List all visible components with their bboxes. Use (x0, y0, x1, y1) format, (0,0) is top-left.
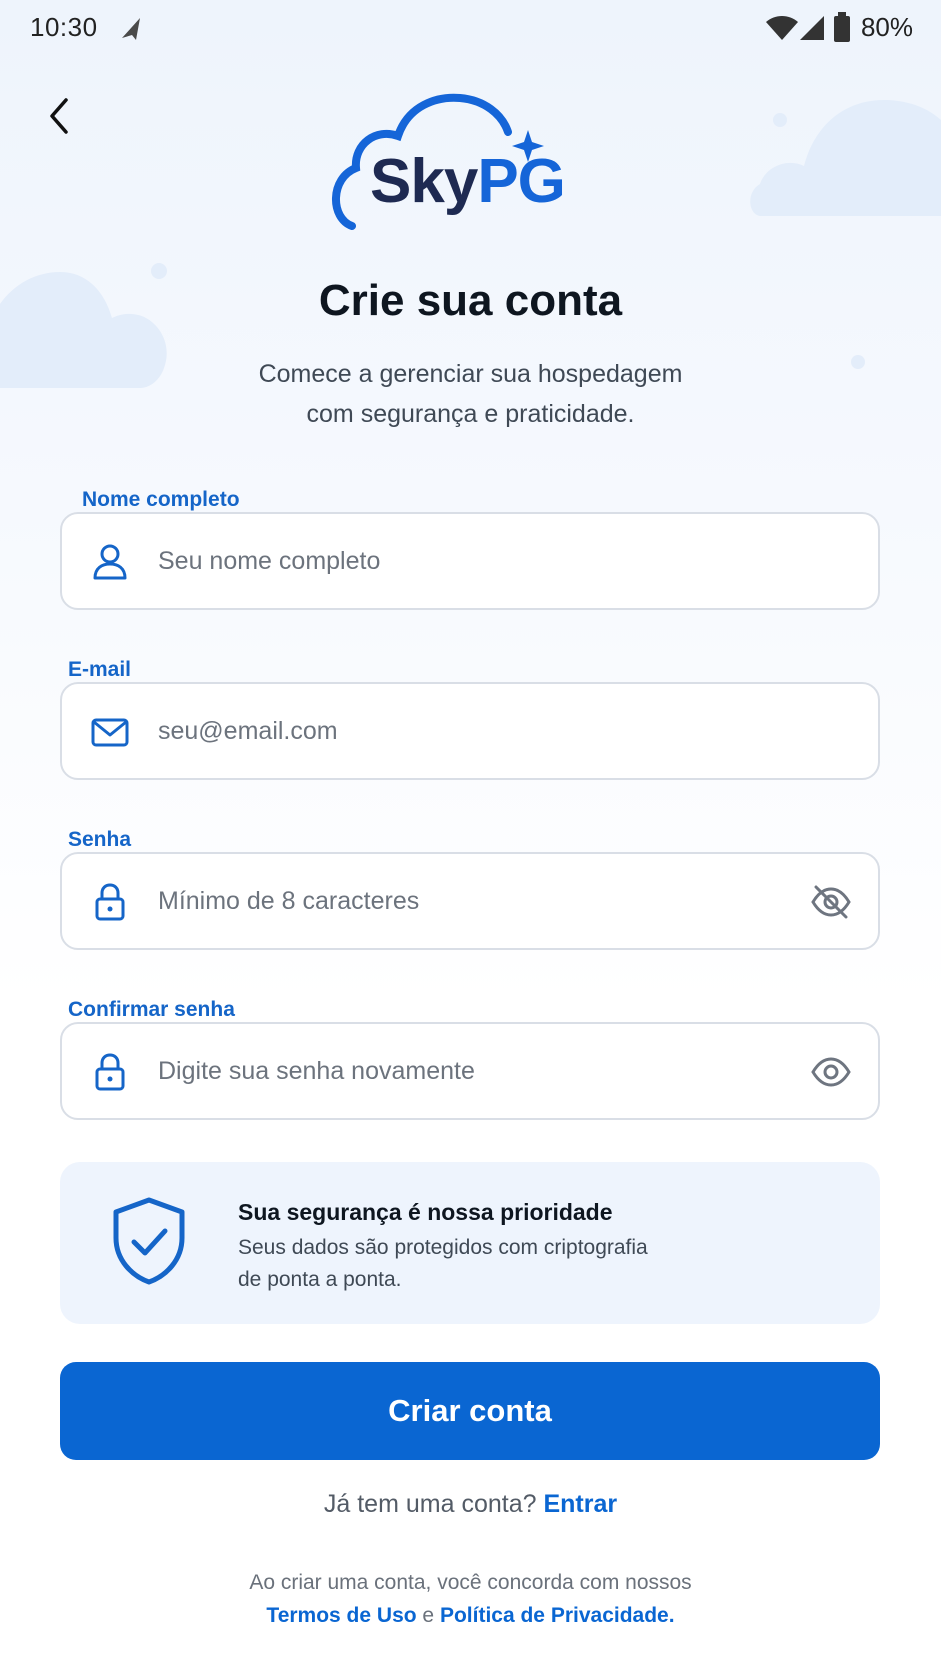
security-desc-line-1: Seus dados são protegidos com criptograf… (238, 1236, 648, 1259)
confirm-password-field[interactable] (60, 1022, 880, 1120)
battery-icon (834, 12, 850, 42)
mail-icon (91, 718, 129, 747)
terms-suffix: . (668, 1604, 675, 1627)
terms-of-use-link[interactable]: Termos de Uso (266, 1604, 416, 1627)
logo-text-pg: PG (477, 147, 566, 216)
chevron-left-icon (50, 98, 68, 134)
name-field[interactable] (60, 512, 880, 610)
name-input[interactable] (158, 514, 718, 608)
cellular-signal-icon (800, 16, 824, 40)
login-link[interactable]: Entrar (543, 1490, 617, 1518)
terms-links-line: Termos de Uso e Política de Privacidade. (0, 1599, 941, 1632)
confirm-password-input[interactable] (158, 1024, 718, 1118)
page-subtitle: Comece a gerenciar sua hospedagem com se… (200, 354, 741, 434)
user-icon (93, 544, 127, 580)
privacy-policy-link[interactable]: Política de Privacidade (440, 1604, 669, 1627)
wifi-icon (766, 16, 798, 40)
lock-icon (95, 883, 125, 921)
login-prompt-text: Já tem uma conta? (323, 1490, 537, 1518)
security-note-description: Seus dados são protegidos com criptograf… (238, 1232, 708, 1296)
logo: SkyPG (326, 92, 616, 242)
eye-off-icon[interactable] (810, 881, 852, 923)
battery-percentage: 80% (860, 12, 913, 42)
login-prompt-row: Já tem uma conta? Entrar (0, 1490, 941, 1519)
terms-prefix: Ao criar uma conta, você concorda com no… (249, 1571, 692, 1594)
confirm-password-field-label: Confirmar senha (68, 998, 235, 1021)
name-field-label: Nome completo (82, 488, 240, 511)
page-title: Crie sua conta (318, 276, 623, 325)
password-input[interactable] (158, 854, 718, 948)
subtitle-line-1: Comece a gerenciar sua hospedagem (258, 360, 683, 388)
email-field-label: E-mail (68, 658, 132, 681)
navigation-arrow-icon (122, 18, 140, 40)
terms-connector: e (422, 1604, 435, 1627)
create-account-button[interactable]: Criar conta (60, 1362, 880, 1460)
shield-check-icon (113, 1197, 185, 1285)
back-button[interactable] (40, 96, 80, 136)
password-field[interactable] (60, 852, 880, 950)
password-field-label: Senha (68, 828, 132, 851)
dot-decoration (773, 113, 787, 127)
subtitle-line-2: com segurança e praticidade. (306, 400, 635, 428)
email-field[interactable] (60, 682, 880, 780)
terms-notice: Ao criar uma conta, você concorda com no… (0, 1566, 941, 1632)
email-input[interactable] (158, 684, 718, 778)
eye-icon[interactable] (810, 1051, 852, 1093)
security-note-title: Sua segurança é nossa prioridade (238, 1199, 613, 1225)
status-time: 10:30 (30, 12, 98, 42)
logo-text-sky: Sky (370, 147, 478, 216)
lock-icon (95, 1053, 125, 1091)
security-desc-line-2: de ponta a ponta. (238, 1268, 402, 1291)
dot-decoration (851, 355, 865, 369)
